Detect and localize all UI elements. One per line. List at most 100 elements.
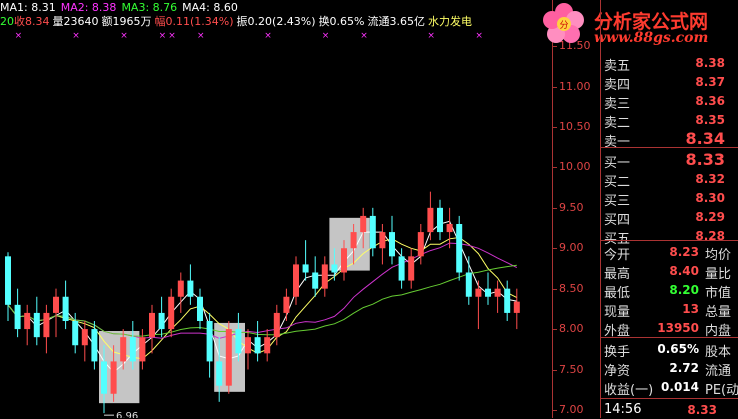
quote-row-value: 8.35 xyxy=(695,113,725,127)
axis-label: 8.00 xyxy=(559,322,584,336)
candle-body xyxy=(321,264,328,289)
candle-body xyxy=(14,304,21,330)
quote-row: 最高 8.40 量比 xyxy=(601,260,738,282)
candle-body xyxy=(245,337,251,354)
candle-body xyxy=(62,296,69,321)
candle-body xyxy=(494,288,501,297)
candle-body xyxy=(446,224,453,233)
candle-body xyxy=(129,337,136,362)
candle-body xyxy=(427,207,434,233)
candle-body xyxy=(43,312,50,338)
candle-body xyxy=(81,329,88,346)
candle-body xyxy=(168,296,175,330)
candle-body xyxy=(302,264,309,273)
panel-divider xyxy=(601,147,738,148)
axis-tick xyxy=(553,167,557,169)
signal-marker: × xyxy=(120,31,128,41)
candle-body xyxy=(254,337,261,354)
quote-row-value: 8.23 xyxy=(669,245,699,259)
date-label: 20 xyxy=(0,15,14,28)
signal-marker: × xyxy=(475,31,483,41)
tick-time: 14:56 xyxy=(604,402,642,417)
quote-row-value: 8.40 xyxy=(669,264,699,278)
candle-body xyxy=(33,312,40,338)
candle-body xyxy=(197,296,203,321)
candle-body xyxy=(53,296,59,313)
candle-body xyxy=(91,329,98,362)
ma1-label: MA1: 8.31 xyxy=(0,1,56,14)
candle-body xyxy=(360,215,367,233)
svg-text:分: 分 xyxy=(559,20,568,31)
axis-tick xyxy=(553,86,557,88)
candle-body xyxy=(456,224,463,273)
kline-chart[interactable]: × × × × × × × × × × ×6.96 xyxy=(0,30,552,418)
candle-body xyxy=(139,337,146,362)
turnover-label: 换0.65% xyxy=(318,15,365,28)
candle-body xyxy=(369,215,376,249)
candle-body xyxy=(5,256,11,305)
quote-row: 最低 8.20 市值 xyxy=(601,279,738,301)
candle-body xyxy=(273,312,280,338)
candle-body xyxy=(331,264,338,273)
candle-body xyxy=(504,288,511,313)
quote-row: 外盘 13950 内盘 xyxy=(601,317,738,339)
axis-tick xyxy=(553,248,557,250)
signal-marker: × xyxy=(168,31,176,41)
signal-marker: × xyxy=(264,31,272,41)
candle-body xyxy=(341,248,347,273)
amount-label: 额1965万 xyxy=(101,15,152,28)
quote-row: 换手 0.65% 股本 xyxy=(601,338,738,360)
candle-body xyxy=(475,288,482,297)
axis-label: 11.00 xyxy=(559,79,591,93)
quote-row-value: 8.20 xyxy=(669,283,699,297)
quote-row: 卖三 8.36 xyxy=(601,90,738,112)
quote-row-label-secondary: PE(动 xyxy=(705,383,738,398)
signal-marker: × xyxy=(427,31,435,41)
price-axis: 11.50 11.00 10.50 10.00 9.50 9.00 8.50 8.00 7.50… xyxy=(552,0,601,418)
quote-row-value: 0.65% xyxy=(657,342,699,356)
axis-label: 9.50 xyxy=(559,200,584,214)
axis-label: 10.50 xyxy=(559,120,591,133)
quote-row-value: 8.36 xyxy=(695,94,725,108)
candle-body xyxy=(293,264,299,297)
candle-body xyxy=(120,337,127,362)
candle-body xyxy=(158,312,165,330)
quote-row-value: 0.014 xyxy=(661,380,699,394)
quote-info-bar: 20收8.34 量23640 额1965万 幅0.11(1.34%) 振0.20(2.4… xyxy=(0,15,477,28)
candle-body xyxy=(235,329,242,354)
candle-body xyxy=(379,232,386,249)
quote-row: 卖二 8.35 xyxy=(601,109,738,131)
amplitude-label: 振0.20(2.43%) xyxy=(236,15,316,28)
quote-row-value: 2.72 xyxy=(669,361,699,375)
axis-label: 7.50 xyxy=(559,362,584,376)
candle-body xyxy=(206,321,213,362)
sector-label: 水力发电 xyxy=(428,15,473,28)
ma-legend: MA1: 8.31 MA2: 8.38 MA3: 8.76 MA4: 8.60 xyxy=(0,1,243,14)
candle-body xyxy=(417,232,424,257)
candle-body xyxy=(110,361,117,394)
ma2-label: MA2: 8.38 xyxy=(60,1,117,14)
axis-label: 7.00 xyxy=(559,402,584,416)
quote-row: 卖一 8.34 xyxy=(601,128,738,150)
candle-body xyxy=(350,232,357,249)
quote-panel: 卖五 8.38 卖四 8.37 卖三 8.36 卖二 8.35 卖一 8.34 买一 8.33 买二 8.… xyxy=(600,0,738,418)
quote-row: 今开 8.23 均价 xyxy=(601,241,738,263)
tick-price: 8.33 xyxy=(687,403,717,417)
candle-body xyxy=(24,312,31,330)
axis-tick xyxy=(553,207,557,209)
candle-body xyxy=(216,361,223,386)
candle-body xyxy=(187,280,194,297)
quote-row: 买二 8.32 xyxy=(601,168,738,190)
signal-marker: × xyxy=(159,31,167,41)
candle-body xyxy=(72,321,79,346)
float-cap-label: 流通3.65亿 xyxy=(367,15,426,28)
quote-row-value: 8.34 xyxy=(685,129,725,148)
quote-row: 买三 8.30 xyxy=(601,187,738,209)
axis-tick xyxy=(553,369,557,371)
quote-row: 卖四 8.37 xyxy=(601,71,738,93)
candle-body xyxy=(283,296,290,313)
signal-marker: × xyxy=(322,31,330,41)
quote-row-value: 8.37 xyxy=(695,75,725,89)
tick-row: 14:56 8.33 xyxy=(601,399,738,419)
signal-marker: × xyxy=(360,31,368,41)
